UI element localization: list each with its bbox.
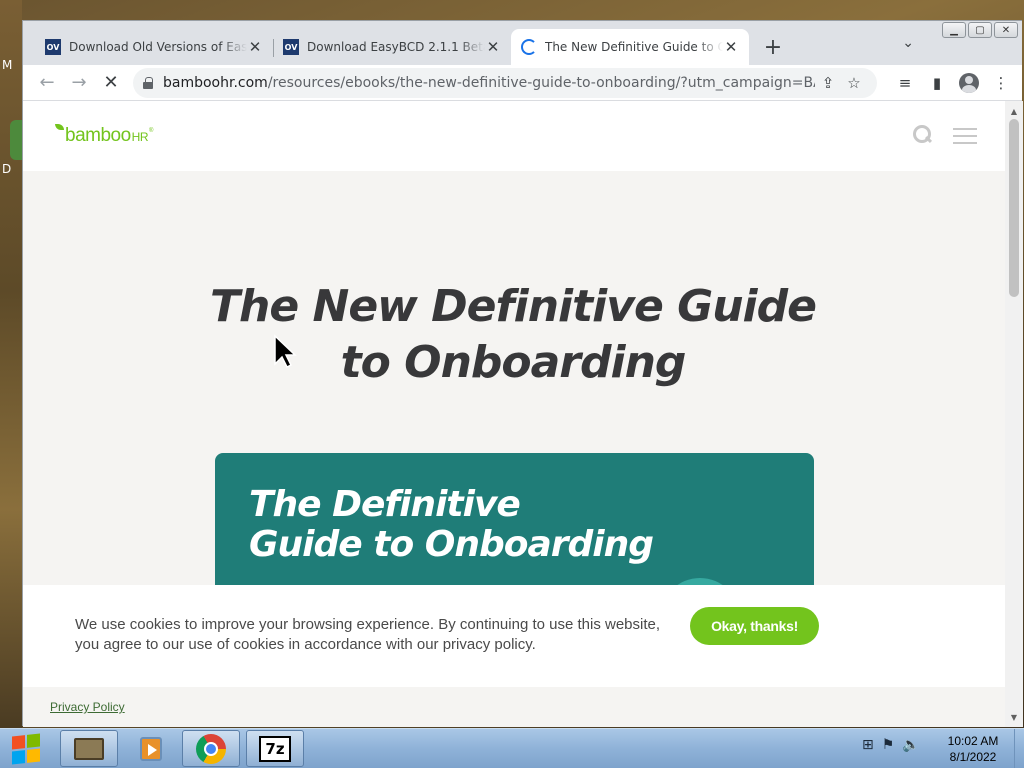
close-tab-icon[interactable]: ✕ bbox=[723, 38, 739, 56]
side-panel-icon[interactable]: ▮ bbox=[921, 67, 953, 99]
tab-bamboohr-onboarding[interactable]: The New Definitive Guide to Onboarding ✕ bbox=[511, 29, 749, 65]
browser-window: ▁ ▢ ✕ OV Download Old Versions of EasyBC… bbox=[22, 20, 1023, 727]
oldversion-favicon-icon: OV bbox=[283, 39, 299, 55]
tab-easybcd-beta[interactable]: OV Download EasyBCD 2.1.1 Beta Build ✕ bbox=[273, 29, 511, 65]
media-controls-icon[interactable]: ≡ bbox=[889, 67, 921, 99]
mouse-pointer-icon bbox=[274, 334, 297, 369]
media-player-icon bbox=[140, 736, 162, 761]
new-tab-button[interactable]: + bbox=[759, 33, 787, 61]
logo-registered-mark: ® bbox=[149, 128, 153, 134]
url-domain: bamboohr.com bbox=[163, 74, 268, 91]
cookie-banner: We use cookies to improve your browsing … bbox=[23, 585, 1005, 687]
taskbar-archive-app[interactable] bbox=[60, 730, 118, 767]
volume-icon[interactable]: 🔈 bbox=[902, 737, 919, 753]
windows-logo-icon bbox=[12, 733, 40, 765]
seven-zip-icon: 7z bbox=[259, 735, 291, 762]
archive-app-icon bbox=[74, 737, 104, 760]
kebab-menu-icon[interactable]: ⋮ bbox=[985, 67, 1017, 99]
system-tray: ⊞ ⚑ 🔈 bbox=[862, 737, 920, 753]
tab-title: Download Old Versions of EasyBCD bbox=[69, 40, 247, 54]
forward-arrow-icon[interactable]: → bbox=[63, 67, 95, 99]
taskbar-chrome[interactable] bbox=[182, 730, 240, 767]
loading-spinner-icon bbox=[521, 39, 537, 55]
url-text[interactable]: bamboohr.com/resources/ebooks/the-new-de… bbox=[163, 75, 815, 91]
desktop-icon[interactable] bbox=[10, 120, 22, 160]
ebook-title-line: Guide to Onboarding bbox=[249, 524, 654, 565]
action-center-flag-icon[interactable]: ⚑ bbox=[882, 737, 895, 753]
tab-search-chevron-icon[interactable]: ⌄ bbox=[902, 35, 914, 51]
minimize-icon[interactable]: ▁ bbox=[942, 22, 966, 38]
oldversion-favicon-icon: OV bbox=[45, 39, 61, 55]
taskbar-7zip[interactable]: 7z bbox=[246, 730, 304, 767]
hamburger-menu-icon[interactable] bbox=[953, 128, 977, 144]
stop-loading-icon[interactable]: ✕ bbox=[95, 67, 127, 99]
cookie-message: We use cookies to improve your browsing … bbox=[75, 616, 661, 653]
privacy-policy-link[interactable]: Privacy Policy bbox=[50, 700, 125, 714]
desktop-icon-label[interactable]: M bbox=[2, 58, 12, 72]
scroll-up-arrow-icon[interactable]: ▲ bbox=[1005, 103, 1023, 119]
leaf-logo-icon bbox=[55, 124, 64, 130]
address-bar[interactable]: bamboohr.com/resources/ebooks/the-new-de… bbox=[133, 67, 877, 98]
page-viewport: bamboo HR ® The New Definitive Guide to … bbox=[23, 101, 1005, 727]
url-path: /resources/ebooks/the-new-definitive-gui… bbox=[267, 74, 815, 91]
network-icon[interactable]: ⊞ bbox=[862, 737, 874, 753]
lock-icon[interactable] bbox=[143, 76, 153, 89]
back-arrow-icon[interactable]: ← bbox=[31, 67, 63, 99]
clock-date: 8/1/2022 bbox=[949, 750, 997, 764]
browser-toolbar: ← → ✕ bamboohr.com/resources/ebooks/the-… bbox=[23, 65, 1022, 101]
tab-strip: OV Download Old Versions of EasyBCD ✕ OV… bbox=[23, 21, 1022, 65]
accept-cookies-button[interactable]: Okay, thanks! bbox=[690, 607, 819, 645]
scroll-thumb[interactable] bbox=[1009, 119, 1019, 297]
profile-avatar[interactable] bbox=[953, 67, 985, 99]
start-button[interactable] bbox=[2, 731, 52, 767]
taskbar-media-player[interactable] bbox=[122, 730, 180, 767]
ebook-title-line: The Definitive bbox=[249, 484, 521, 525]
logo-text: bamboo bbox=[65, 125, 131, 146]
show-desktop-button[interactable] bbox=[1014, 729, 1024, 768]
close-tab-icon[interactable]: ✕ bbox=[247, 38, 263, 56]
bookmark-star-icon[interactable]: ☆ bbox=[841, 70, 867, 96]
tab-title: Download EasyBCD 2.1.1 Beta Build bbox=[307, 40, 485, 54]
page-scrollbar[interactable]: ▲ ▼ bbox=[1005, 101, 1023, 727]
chrome-icon bbox=[196, 733, 226, 764]
system-clock[interactable]: 10:02 AM 8/1/2022 bbox=[938, 733, 1008, 765]
windows-taskbar: 7z ⊞ ⚑ 🔈 10:02 AM 8/1/2022 bbox=[0, 728, 1024, 768]
profile-icon bbox=[959, 72, 979, 93]
desktop-background: M D bbox=[0, 0, 22, 728]
ebook-cover-title: The Definitive Guide to Onboarding bbox=[249, 485, 669, 565]
tab-easybcd-old-versions[interactable]: OV Download Old Versions of EasyBCD ✕ bbox=[35, 29, 273, 65]
share-icon[interactable]: ⇪ bbox=[815, 70, 841, 96]
window-frame-controls: ▁ ▢ ✕ bbox=[942, 22, 1018, 38]
clock-time: 10:02 AM bbox=[947, 734, 999, 748]
tab-title: The New Definitive Guide to Onboarding bbox=[545, 40, 723, 54]
close-tab-icon[interactable]: ✕ bbox=[485, 38, 501, 56]
logo-suffix: HR bbox=[131, 130, 149, 144]
desktop-icon-label[interactable]: D bbox=[2, 162, 11, 176]
scroll-down-arrow-icon[interactable]: ▼ bbox=[1005, 709, 1023, 725]
maximize-icon[interactable]: ▢ bbox=[968, 22, 992, 38]
site-header: bamboo HR ® bbox=[23, 101, 1005, 171]
close-icon[interactable]: ✕ bbox=[994, 22, 1018, 38]
search-icon[interactable] bbox=[913, 125, 931, 143]
bamboohr-logo[interactable]: bamboo HR ® bbox=[55, 124, 153, 147]
